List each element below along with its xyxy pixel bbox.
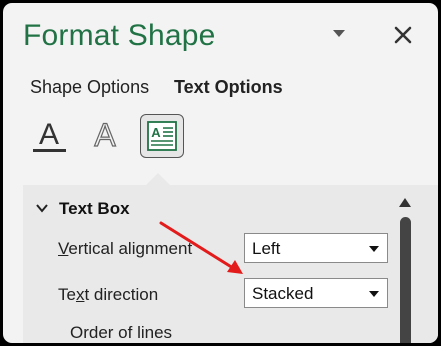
text-direction-label: Text direction — [58, 285, 158, 305]
svg-text:A: A — [94, 117, 116, 153]
chevron-collapse-icon[interactable] — [35, 201, 49, 215]
text-box-icon: A — [147, 121, 177, 151]
label-text: Te — [58, 285, 76, 304]
selection-pointer — [146, 173, 170, 185]
svg-text:A: A — [39, 118, 59, 151]
dropdown-arrow-icon — [369, 291, 379, 297]
text-direction-value: Stacked — [252, 284, 314, 303]
text-effects-icon: A — [94, 116, 117, 153]
hotkey-letter: V — [58, 239, 69, 258]
order-of-lines-label: Order of lines — [70, 323, 173, 342]
format-shape-pane: Format Shape Shape Options Text Options … — [3, 3, 438, 343]
text-fill-outline-button[interactable]: A — [27, 114, 71, 158]
chevron-down-icon[interactable] — [333, 30, 345, 37]
vertical-alignment-label: Vertical alignment — [58, 239, 192, 259]
label-text: ertical alignment — [68, 239, 193, 258]
text-box-button[interactable]: A — [140, 114, 184, 158]
dropdown-arrow-icon — [369, 246, 379, 252]
vertical-alignment-value: Left — [252, 239, 281, 258]
section-title-text-box[interactable]: Text Box — [59, 199, 130, 219]
text-effects-button[interactable]: A — [83, 114, 127, 158]
scrollbar-thumb[interactable] — [400, 217, 411, 343]
text-fill-outline-icon: A — [33, 118, 66, 152]
scroll-up-arrow-icon[interactable] — [399, 198, 411, 207]
vertical-alignment-dropdown[interactable]: Left — [244, 233, 388, 263]
svg-text:A: A — [151, 125, 161, 140]
pane-title: Format Shape — [23, 19, 216, 52]
tab-shape-options[interactable]: Shape Options — [30, 77, 149, 98]
label-text: t direction — [84, 285, 159, 304]
tab-text-options[interactable]: Text Options — [174, 77, 283, 98]
close-icon[interactable] — [391, 23, 415, 47]
text-direction-dropdown[interactable]: Stacked — [244, 278, 388, 308]
